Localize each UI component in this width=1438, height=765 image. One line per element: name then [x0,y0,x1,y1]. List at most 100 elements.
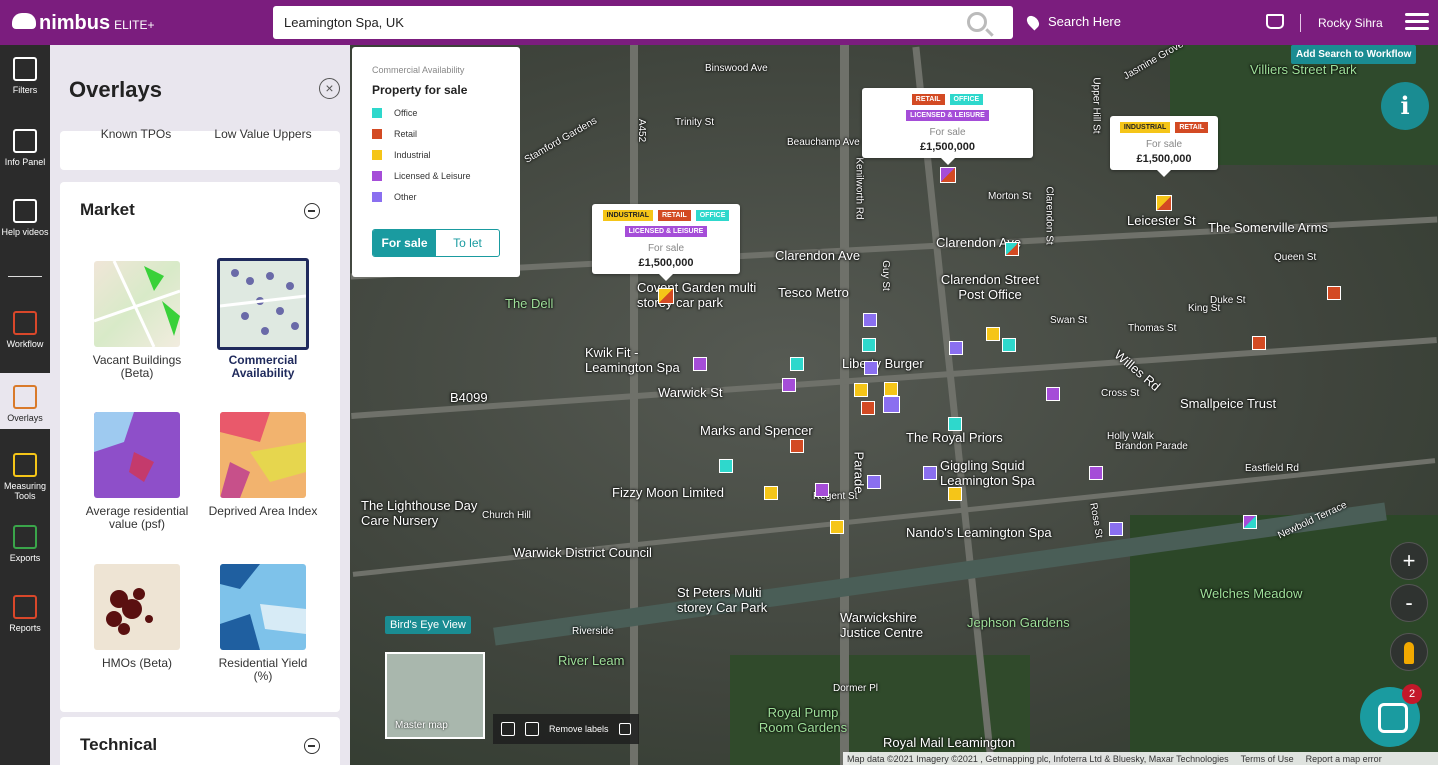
map-label: Binswood Ave [705,63,768,74]
tile-commercial-availability[interactable]: Commercial Availability [208,354,318,380]
property-marker-licensed[interactable] [1046,387,1060,401]
property-marker-other[interactable] [923,466,937,480]
property-popup[interactable]: RETAIL OFFICE LICENSED & LEISURE For sal… [862,88,1033,165]
remove-labels-checkbox[interactable] [618,723,631,735]
report-link[interactable]: Report a map error [1306,754,1382,764]
property-marker-other[interactable] [867,475,881,489]
menu-icon[interactable] [1405,13,1429,31]
nimbus-logo[interactable]: nimbus ELITE+ [12,12,154,35]
tile-vacant-buildings[interactable]: Vacant Buildings (Beta) [82,354,192,380]
legend-label: Retail [394,129,418,139]
property-marker-industrial[interactable] [884,382,898,396]
legend-label: Industrial [394,150,431,160]
property-marker-industrial[interactable] [764,486,778,500]
legend-item-retail: Retail [372,129,500,139]
tile-hmos-image[interactable] [94,564,180,650]
nav-overlays[interactable]: Overlays [0,373,50,429]
nav-reports[interactable]: Reports [0,595,50,641]
property-marker-selected[interactable] [658,288,674,304]
search-here-label: Search Here [1048,14,1121,29]
map-label: Riverside [572,626,614,637]
search-here-button[interactable]: Search Here [1024,13,1121,30]
draw-area-icon[interactable] [525,722,539,736]
tile-deprived-area[interactable]: Deprived Area Index [208,505,318,518]
tile-hmos[interactable]: HMOs (Beta) [82,657,192,670]
property-marker-retail[interactable] [1327,286,1341,300]
tile-low-value-uppers[interactable]: Low Value Uppers [208,128,318,141]
property-marker-other[interactable] [949,341,963,355]
tile-known-tpos[interactable]: Known TPOs [81,128,191,141]
property-marker-other[interactable] [883,396,900,413]
map-label: Clarendon Street Post Office [940,272,1040,302]
property-marker-retail[interactable] [861,401,875,415]
property-marker-retail[interactable] [790,439,804,453]
badge-office: OFFICE [949,94,984,105]
legend-label: Licensed & Leisure [394,171,471,181]
property-marker-retail[interactable] [1252,336,1266,350]
collapse-technical-icon[interactable] [304,738,320,754]
tile-commercial-availability-image[interactable] [217,258,309,350]
nav-filters[interactable]: Filters [0,57,50,101]
property-marker-licensed[interactable] [1089,466,1103,480]
terms-link[interactable]: Terms of Use [1241,754,1294,764]
nav-help-videos[interactable]: Help videos [0,199,50,243]
nav-measuring-tools[interactable]: Measuring Tools [0,453,50,509]
basket-icon[interactable] [1266,14,1284,29]
property-marker-office[interactable] [790,357,804,371]
map-label: Beauchamp Ave [787,137,860,148]
info-icon[interactable]: i [1381,82,1429,130]
property-marker-selected[interactable] [940,167,956,183]
birds-eye-view-button[interactable]: Bird's Eye View [385,616,471,634]
user-name[interactable]: Rocky Sihra [1318,16,1383,30]
property-marker-office[interactable] [862,338,876,352]
property-marker-industrial[interactable] [854,383,868,397]
map-label: Royal Pump Room Gardens [758,705,848,735]
hand-pan-icon[interactable] [501,722,515,736]
map-label: Guy St [879,260,891,291]
tile-avg-residential-value-image[interactable] [94,412,180,498]
property-popup[interactable]: INDUSTRIAL RETAIL For sale £1,500,000 [1110,116,1218,177]
property-marker-other[interactable] [1109,522,1123,536]
search-icon[interactable] [967,12,987,32]
popup-status: For sale [647,243,685,254]
property-marker-selected[interactable] [1156,195,1172,211]
popup-price: £1,500,000 [919,141,976,153]
property-marker-office[interactable] [1002,338,1016,352]
tile-deprived-area-image[interactable] [220,412,306,498]
tile-avg-residential-value[interactable]: Average residential value (psf) [82,505,192,531]
property-marker-mixed[interactable] [1243,515,1257,529]
property-marker-office[interactable] [948,417,962,431]
property-marker-industrial[interactable] [830,520,844,534]
property-marker-industrial[interactable] [986,327,1000,341]
close-icon[interactable]: × [319,78,340,99]
property-marker-office[interactable] [719,459,733,473]
property-marker-industrial[interactable] [948,487,962,501]
nav-workflow[interactable]: Workflow [0,311,50,355]
tile-residential-yield[interactable]: Residential Yield (%) [208,657,318,683]
property-popup[interactable]: INDUSTRIAL RETAIL OFFICE LICENSED & LEIS… [592,204,740,281]
for-sale-toggle[interactable]: For sale [373,230,436,256]
location-search-input[interactable]: Leamington Spa, UK [273,6,1013,39]
property-marker-licensed[interactable] [815,483,829,497]
property-marker-licensed[interactable] [782,378,796,392]
to-let-toggle[interactable]: To let [436,230,499,256]
property-marker-other[interactable] [863,313,877,327]
add-search-to-workflow-button[interactable]: Add Search to Workflow [1291,45,1417,64]
collapse-market-icon[interactable] [304,203,320,219]
nav-exports[interactable]: Exports [0,525,50,569]
zoom-in-button[interactable]: + [1390,542,1428,580]
tile-residential-yield-image[interactable] [220,564,306,650]
map-label: The Lighthouse Day Care Nursery [361,498,478,528]
street-view-pegman-icon[interactable] [1390,633,1428,671]
zoom-out-button[interactable]: - [1390,584,1428,622]
map-attribution: Map data ©2021 Imagery ©2021 , Getmappin… [843,752,1438,765]
map-label: Kenilworth Rd [853,157,865,220]
property-marker-other[interactable] [864,361,878,375]
nav-info-panel[interactable]: Info Panel [0,129,50,173]
master-map-toggle[interactable]: Master map [385,652,485,739]
property-marker-mixed[interactable] [1005,242,1019,256]
property-marker-licensed[interactable] [693,357,707,371]
map-label: St Peters Multi storey Car Park [677,585,768,615]
tile-vacant-buildings-image[interactable] [94,261,180,347]
map-label: Warwick District Council [513,545,652,560]
